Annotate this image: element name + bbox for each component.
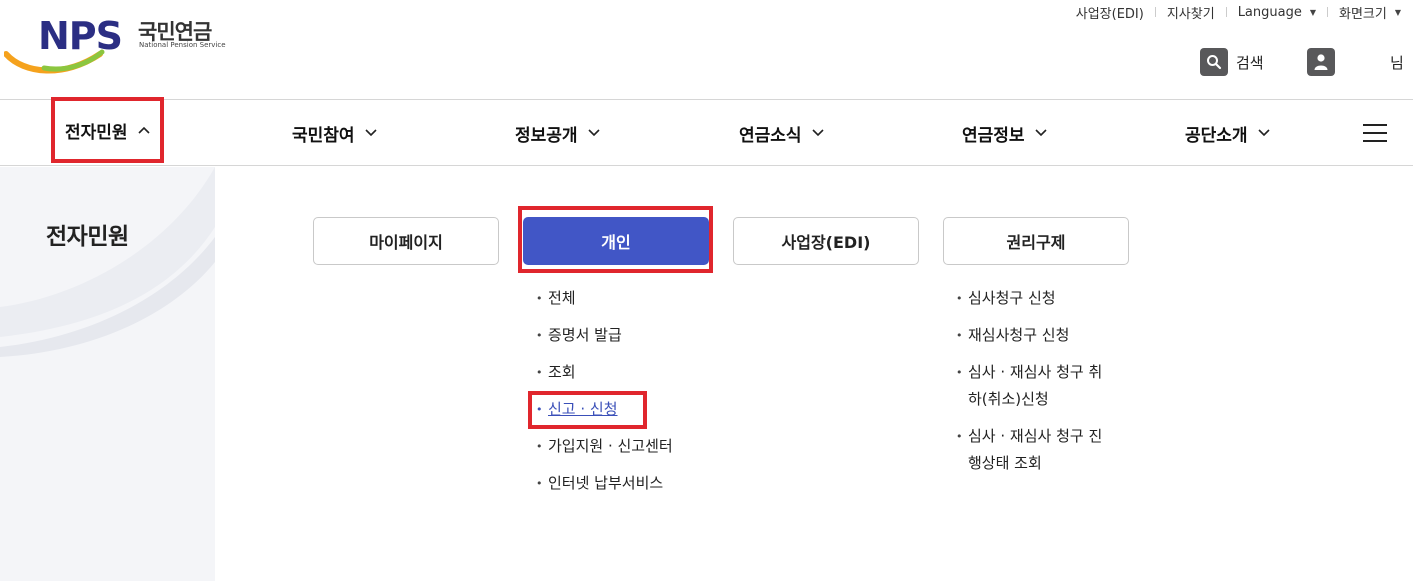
chevron-down-icon xyxy=(811,129,824,137)
nav-label: 공단소개 xyxy=(1185,125,1248,146)
chevron-up-icon xyxy=(137,126,150,134)
nav-label: 전자민원 xyxy=(65,122,128,143)
remedy-submenu: 심사청구 신청 재심사청구 신청 심사 · 재심사 청구 취하(취소)신청 심사… xyxy=(956,285,1116,487)
submenu-item-review-request[interactable]: 심사청구 신청 xyxy=(956,285,1116,312)
util-divider xyxy=(1154,7,1156,17)
util-edi-label: 사업장(EDI) xyxy=(1075,6,1144,22)
submenu-item-support-center[interactable]: 가입지원 · 신고센터 xyxy=(536,433,673,460)
menu-icon[interactable] xyxy=(1363,124,1387,144)
caret-down-icon: ▼ xyxy=(1309,7,1316,17)
nav-civil-service[interactable]: 전자민원 xyxy=(51,97,164,163)
tab-mypage[interactable]: 마이페이지 xyxy=(313,217,499,265)
search-label: 검색 xyxy=(1236,53,1264,72)
sidebar: 전자민원 xyxy=(0,167,215,581)
chevron-down-icon xyxy=(364,129,377,137)
util-branch-label: 지사찾기 xyxy=(1166,6,1215,22)
util-language-label: Language xyxy=(1237,4,1302,20)
user-icon xyxy=(1307,48,1335,76)
util-divider xyxy=(1225,7,1227,17)
tab-label: 권리구제 xyxy=(1006,233,1066,252)
logo-name-en: National Pension Service xyxy=(139,41,226,49)
search-button[interactable]: 검색 xyxy=(1200,48,1264,76)
util-divider xyxy=(1327,7,1328,17)
submenu-item-internet-payment[interactable]: 인터넷 납부서비스 xyxy=(536,470,673,497)
site-header: NPS 국민연금 National Pension Service 사업장(ED… xyxy=(0,0,1413,100)
submenu-item-all[interactable]: 전체 xyxy=(536,285,673,312)
caret-down-icon: ▼ xyxy=(1394,7,1401,17)
nav-pension-info[interactable]: 연금정보 xyxy=(962,101,1047,165)
highlight-box xyxy=(528,391,647,429)
main-nav: 전자민원 국민참여 정보공개 연금소식 연금정보 공단소개 xyxy=(0,97,1413,166)
chevron-down-icon xyxy=(1034,129,1047,137)
user-button[interactable] xyxy=(1307,48,1335,76)
nav-disclosure[interactable]: 정보공개 xyxy=(515,101,600,165)
util-font-size-dropdown[interactable]: 화면크기 ▼ xyxy=(1339,3,1401,22)
chevron-down-icon xyxy=(1257,129,1270,137)
nps-logo[interactable]: NPS 국민연금 National Pension Service xyxy=(4,12,234,76)
util-edi-link[interactable]: 사업장(EDI) xyxy=(1076,3,1144,22)
submenu-item-certificate[interactable]: 증명서 발급 xyxy=(536,322,673,349)
chevron-down-icon xyxy=(587,129,600,137)
nav-about[interactable]: 공단소개 xyxy=(1185,101,1270,165)
nav-participation[interactable]: 국민참여 xyxy=(292,101,377,165)
utility-nav: 사업장(EDI) 지사찾기 Language ▼ 화면크기 ▼ xyxy=(1076,2,1401,22)
submenu-item-inquiry[interactable]: 조회 xyxy=(536,359,673,386)
submenu-item-rereview-request[interactable]: 재심사청구 신청 xyxy=(956,322,1116,349)
search-icon xyxy=(1200,48,1228,76)
nav-label: 연금정보 xyxy=(962,125,1025,146)
sidebar-title: 전자민원 xyxy=(46,224,129,250)
util-language-dropdown[interactable]: Language ▼ xyxy=(1238,5,1316,20)
submenu-item-withdraw-request[interactable]: 심사 · 재심사 청구 취하(취소)신청 xyxy=(956,359,1116,413)
tab-label: 사업장(EDI) xyxy=(781,233,871,252)
util-font-size-label: 화면크기 xyxy=(1339,6,1387,22)
tab-workplace-edi[interactable]: 사업장(EDI) xyxy=(733,217,919,265)
util-branch-link[interactable]: 지사찾기 xyxy=(1167,3,1215,22)
submenu-item-status-inquiry[interactable]: 심사 · 재심사 청구 진행상태 조회 xyxy=(956,423,1116,477)
nav-label: 연금소식 xyxy=(739,125,802,146)
user-name-suffix: 님 xyxy=(1390,54,1404,72)
nav-label: 국민참여 xyxy=(292,125,355,146)
logo-brand: NPS xyxy=(38,14,123,58)
tab-remedy[interactable]: 권리구제 xyxy=(943,217,1129,265)
nav-news[interactable]: 연금소식 xyxy=(739,101,824,165)
nav-label: 정보공개 xyxy=(515,125,578,146)
highlight-box xyxy=(518,206,713,273)
tab-label: 마이페이지 xyxy=(369,233,443,252)
